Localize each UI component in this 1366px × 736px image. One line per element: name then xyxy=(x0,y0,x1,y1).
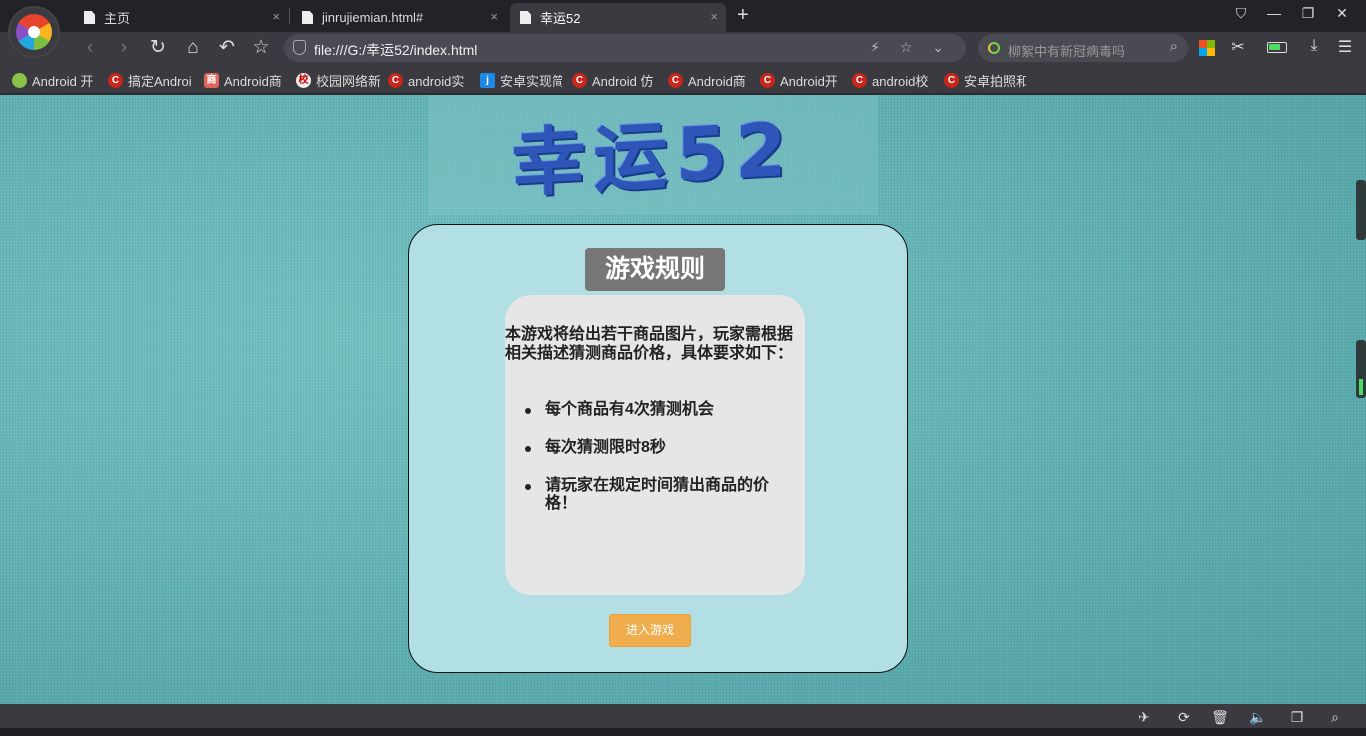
search-icon[interactable]: ⌕ xyxy=(1170,38,1178,55)
tab-active-xingyun52[interactable]: 幸运52 × xyxy=(510,3,726,32)
bookmark-label: 安卓实现简 xyxy=(500,74,562,89)
csdn-icon: C xyxy=(944,73,959,88)
minimize-button[interactable]: — xyxy=(1262,5,1286,21)
trash-icon[interactable]: 🗑 xyxy=(1210,709,1230,726)
rules-box: 本游戏将给出若干商品图片，玩家需根据相关描述猜测商品价格，具体要求如下： 每个商… xyxy=(505,295,805,595)
reload-icon[interactable]: ↻ xyxy=(146,36,170,60)
volume-icon[interactable]: 🔈 xyxy=(1248,709,1268,726)
bookmark-label: android校 xyxy=(872,74,929,89)
bookmark-item[interactable]: C Android商 xyxy=(668,71,750,90)
side-widget-handle[interactable] xyxy=(1356,180,1366,240)
taskbar-strip xyxy=(0,728,1366,736)
rule-item: 每次猜测限时8秒 xyxy=(525,439,797,457)
address-bar[interactable]: file:///G:/幸运52/index.html ⚡ ☆ ⌄ xyxy=(284,34,966,62)
address-actions-icons[interactable]: ⚡ ☆ ⌄ xyxy=(870,39,952,56)
bookmark-label: Android开 xyxy=(780,74,838,89)
new-tab-button[interactable]: + xyxy=(737,4,749,27)
download-icon[interactable]: ⤓ xyxy=(1302,37,1326,55)
bookmark-item[interactable]: C 安卓拍照和 xyxy=(944,71,1026,90)
csdn-icon: C xyxy=(572,73,587,88)
tab-home[interactable]: 主页 × xyxy=(74,3,288,32)
bookmark-label: Android 开 xyxy=(32,74,94,89)
forward-icon[interactable]: › xyxy=(112,36,136,60)
undo-close-icon[interactable]: ↶ xyxy=(215,36,239,60)
page-viewport: 幸运52 游戏规则 本游戏将给出若干商品图片，玩家需根据相关描述猜测商品价格，具… xyxy=(0,95,1366,704)
window-icon[interactable]: ❐ xyxy=(1287,709,1307,726)
rule-item: 请玩家在规定时间猜出商品的价格！ xyxy=(525,477,797,513)
csdn-icon: C xyxy=(852,73,867,88)
battery-icon[interactable] xyxy=(1267,42,1287,53)
bookmark-label: Android商 xyxy=(224,74,282,89)
bookmark-item[interactable]: Android 开 xyxy=(12,71,96,90)
address-text[interactable]: file:///G:/幸运52/index.html xyxy=(314,40,477,60)
rules-card: 游戏规则 本游戏将给出若干商品图片，玩家需根据相关描述猜测商品价格，具体要求如下… xyxy=(408,224,908,673)
page-icon xyxy=(302,11,313,24)
logo-swirl-icon xyxy=(16,14,52,50)
shang-icon: 商 xyxy=(204,73,219,88)
skin-icon[interactable]: ⛉ xyxy=(1229,5,1253,22)
rules-list: 每个商品有4次猜测机会 每次猜测限时8秒 请玩家在规定时间猜出商品的价格！ xyxy=(525,401,797,533)
school-icon: 校 xyxy=(296,73,311,88)
close-window-button[interactable]: ✕ xyxy=(1330,5,1354,22)
rules-intro: 本游戏将给出若干商品图片，玩家需根据相关描述猜测商品价格，具体要求如下： xyxy=(505,326,794,362)
zoom-icon[interactable]: ⌕ xyxy=(1325,709,1345,726)
search-placeholder[interactable]: 柳絮中有新冠病毒吗 xyxy=(1008,41,1125,60)
back-icon[interactable]: ‹ xyxy=(78,36,102,60)
bookmark-item[interactable]: j 安卓实现简 xyxy=(480,71,562,90)
csdn-icon: C xyxy=(760,73,775,88)
home-icon[interactable]: ⌂ xyxy=(181,36,205,60)
tab-jinrujiemian[interactable]: jinrujiemian.html# × xyxy=(292,3,506,32)
bookmark-label: 校园网络新 xyxy=(316,74,380,89)
tab-close-icon[interactable]: × xyxy=(272,9,280,24)
rule-item: 每个商品有4次猜测机会 xyxy=(525,401,797,419)
bookmark-item[interactable]: C 搞定Androi xyxy=(108,71,192,90)
bookmark-item[interactable]: C Android 仿 xyxy=(572,71,658,90)
enter-game-button[interactable]: 进入游戏 xyxy=(609,614,691,647)
rules-title: 游戏规则 xyxy=(585,248,725,291)
apps-grid-icon[interactable] xyxy=(1199,40,1215,56)
navigation-bar: ‹ › ↻ ⌂ ↶ ☆ file:///G:/幸运52/index.html ⚡… xyxy=(0,32,1366,64)
menu-icon[interactable]: ☰ xyxy=(1333,37,1357,57)
bookmark-label: 安卓拍照和 xyxy=(964,74,1026,89)
bookmark-item[interactable]: Candroid实 xyxy=(388,71,468,90)
tab-title: jinrujiemian.html# xyxy=(322,10,424,25)
bookmark-label: Android 仿 xyxy=(592,74,654,89)
csdn-icon: C xyxy=(388,73,403,88)
banner-logo: 幸运52 xyxy=(428,95,878,215)
browser-logo[interactable] xyxy=(8,6,60,58)
search-input[interactable]: 柳絮中有新冠病毒吗 ⌕ xyxy=(978,34,1188,62)
refresh-speed-icon[interactable]: ⟳ xyxy=(1174,709,1194,726)
security-shield-icon[interactable] xyxy=(293,40,306,55)
banner-title: 幸运52 xyxy=(511,106,795,208)
rocket-icon[interactable]: ✈ xyxy=(1134,709,1154,726)
tab-bar: 主页 × jinrujiemian.html# × 幸运52 × + ⛉ — ❐… xyxy=(0,0,1366,32)
tab-divider xyxy=(289,8,290,24)
bookmark-label: android实 xyxy=(408,74,465,89)
page-icon xyxy=(520,11,531,24)
side-widget-handle[interactable] xyxy=(1356,340,1366,398)
android-icon xyxy=(12,73,27,88)
scissors-icon[interactable]: ✂ xyxy=(1226,37,1250,57)
bookmarks-bar: Android 开 C 搞定Androi 商 Android商 校校园网络新 Can… xyxy=(0,64,1366,94)
favorite-star-icon[interactable]: ☆ xyxy=(249,36,273,60)
bookmark-item[interactable]: C Android开 xyxy=(760,71,842,90)
tab-close-icon[interactable]: × xyxy=(710,9,718,24)
bookmark-label: Android商 xyxy=(688,74,746,89)
bookmark-item[interactable]: Candroid校 xyxy=(852,71,934,90)
tab-title: 幸运52 xyxy=(540,11,581,26)
tab-title: 主页 xyxy=(104,11,131,26)
bookmark-label: 搞定Androi xyxy=(128,74,192,89)
csdn-icon: C xyxy=(108,73,123,88)
page-icon xyxy=(84,11,95,24)
bookmark-item[interactable]: 商 Android商 xyxy=(204,71,288,90)
jb-icon: j xyxy=(480,73,495,88)
bookmark-item[interactable]: 校校园网络新 xyxy=(296,71,380,90)
search-engine-icon xyxy=(988,42,1000,54)
csdn-icon: C xyxy=(668,73,683,88)
tab-close-icon[interactable]: × xyxy=(490,9,498,24)
restore-button[interactable]: ❐ xyxy=(1296,5,1320,22)
